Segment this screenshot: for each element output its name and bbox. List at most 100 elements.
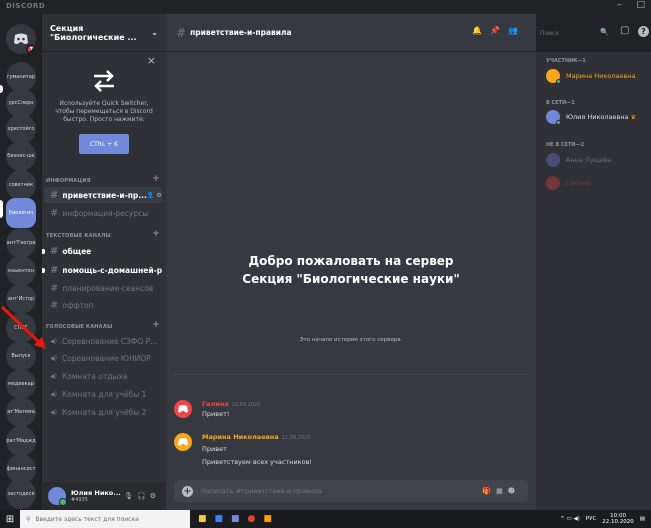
server-icon[interactable]: медиакар <box>6 369 36 399</box>
taskbar-apps: ■■■●■ <box>198 514 280 524</box>
quick-switcher-popup: × Используйте Quick Switcher, чтобы пере… <box>42 52 166 177</box>
discord-logo-icon <box>14 33 28 44</box>
selected-pill <box>0 200 3 218</box>
channel-greet[interactable]: # приветствие-и-пр... 👤 ⚙ <box>44 187 162 203</box>
window-titlebar: DISCORD – □ <box>0 0 651 14</box>
gift-icon[interactable]: 🎁 <box>482 487 496 495</box>
avatar[interactable] <box>48 487 67 506</box>
home-button[interactable]: 1 <box>6 24 36 54</box>
channel-general[interactable]: # общее <box>44 243 162 259</box>
inbox-icon[interactable]: ▢ <box>620 25 629 36</box>
server-icon[interactable]: СПБГ <box>6 313 36 343</box>
clock[interactable]: 10:00 22.10.2020 <box>602 513 634 525</box>
server-icon[interactable]: ат'Матема <box>6 397 36 427</box>
server-header[interactable]: Секция "Биологические ... ⌄ <box>42 14 166 52</box>
message-time: 22.09.2020 <box>281 435 311 441</box>
avatar[interactable] <box>174 433 192 451</box>
notifications-icon[interactable]: ▤ <box>640 516 645 522</box>
voice-channel-3[interactable]: ◀) Комната отдыха <box>44 368 162 384</box>
category-info[interactable]: ИНФОРМАЦИЯ + <box>46 174 160 184</box>
shortcut-button[interactable]: CTRL + K <box>79 134 129 154</box>
swap-arrows-icon <box>94 70 114 92</box>
message-author[interactable]: Галина 22.09.2020 <box>202 400 260 408</box>
language-indicator[interactable]: РУС <box>586 516 597 522</box>
discord-taskbar-icon[interactable]: ■ <box>231 514 248 524</box>
member-list: УЧАСТНИК—1 Марина Николаевна В СЕТИ—1 Юл… <box>536 52 651 510</box>
hash-icon: # <box>50 264 59 276</box>
hash-icon: # <box>176 25 187 40</box>
server-icon[interactable]: хрестойго <box>6 114 36 144</box>
channel-sessions[interactable]: # планирование-сеансов <box>44 280 162 296</box>
quick-switcher-text: Используйте Quick Switcher, чтобы переме… <box>55 100 153 123</box>
category-voice[interactable]: ГОЛОСОВЫЕ КАНАЛЫ + <box>46 320 160 330</box>
user-panel: Юлия Нико... #4935 🎙🎧⚙ <box>42 482 166 510</box>
channel-homework[interactable]: # помощь-с-домашней-р... <box>44 262 162 278</box>
voice-channel-2[interactable]: ◀) Соревнование ЮНИОР <box>44 350 162 366</box>
member-item[interactable]: Галина <box>546 176 650 190</box>
gif-icon[interactable]: ▦ <box>496 487 508 495</box>
message-text: Приветствуем всех участников! <box>202 458 313 466</box>
message-divider <box>174 374 528 375</box>
headphones-icon[interactable]: 🎧 <box>137 492 150 500</box>
attach-plus-icon[interactable]: + <box>182 485 193 497</box>
server-icon[interactable]: Выпуск <box>6 341 36 371</box>
composer-placeholder: Написать #приветствие-и-правила <box>201 487 323 495</box>
taskbar-search[interactable]: ⚲ Введите здесь текст для поиска <box>20 510 190 528</box>
member-item[interactable]: Марина Николаевна <box>546 69 650 84</box>
server-name: Секция "Биологические ... <box>50 23 137 42</box>
message-composer[interactable]: + Написать #приветствие-и-правила 🎁▦☻ <box>174 480 528 502</box>
message-author[interactable]: Марина Николаевна 22.09.2020 <box>202 433 310 441</box>
server-icon[interactable]: бизнес-шк <box>6 141 36 171</box>
hash-icon: # <box>50 299 59 311</box>
window-controls: – □ <box>605 0 645 10</box>
windows-start-icon[interactable]: ⊞ <box>0 514 20 525</box>
minimize-button[interactable]: – <box>617 0 622 10</box>
channel-offtop[interactable]: # оффтоп <box>44 297 162 313</box>
channel-title: приветствие-и-правила <box>190 28 292 37</box>
message-text: Привет! <box>202 410 230 418</box>
voice-channel-4[interactable]: ◀) Комната для учёбы 1 <box>44 386 162 402</box>
pin-icon[interactable]: 📌 <box>490 26 508 35</box>
chevron-down-icon: ⌄ <box>151 28 158 37</box>
message-time: 22.09.2020 <box>231 402 261 408</box>
hash-icon: # <box>50 245 59 257</box>
plus-icon[interactable]: + <box>152 229 160 239</box>
member-item[interactable]: Юлия Николаевна ♛ <box>546 110 650 125</box>
avatar[interactable] <box>174 400 192 418</box>
server-icon[interactable]: сoветник <box>6 170 36 200</box>
close-icon[interactable]: × <box>147 54 156 67</box>
app-icon[interactable]: ■ <box>263 514 280 524</box>
bell-icon[interactable]: 🔔 <box>472 26 490 35</box>
os-taskbar: ⊞ ⚲ Введите здесь текст для поиска ■■■●■… <box>0 510 651 528</box>
server-icon[interactable]: ант'Истор <box>6 284 36 314</box>
category-text[interactable]: ТЕКСТОВЫЕ КАНАЛЫ + <box>46 229 160 239</box>
plus-icon[interactable]: + <box>152 174 160 184</box>
voice-channel-1[interactable]: ◀) Соревнование СЗФО Р... <box>44 333 162 349</box>
file-explorer-icon[interactable]: ■ <box>198 514 215 524</box>
chrome-icon[interactable]: ● <box>248 514 264 524</box>
user-names: Юлия Нико... #4935 <box>71 489 121 503</box>
help-icon[interactable]: ? <box>638 26 649 37</box>
members-icon[interactable]: 👥 <box>508 26 526 35</box>
user-tag: #4935 <box>71 497 88 503</box>
voice-channel-5[interactable]: ◀) Комната для учёбы 2 <box>44 404 162 420</box>
tray-icons[interactable]: ^ ▭ ◀) <box>560 516 580 522</box>
plus-icon[interactable]: + <box>152 320 160 330</box>
member-name: Анна Лущева <box>566 156 612 164</box>
store-icon[interactable]: ■ <box>215 514 232 524</box>
channel-settings-icons[interactable]: 👤 ⚙ <box>147 192 162 199</box>
server-icon-active[interactable]: биологич <box>6 198 36 228</box>
server-icon[interactable]: ант'Геогра <box>6 228 36 258</box>
status-badge <box>556 120 561 125</box>
server-rail: 1 гуманитар урсСлeрн хрестойго бизнес-шк… <box>0 14 42 510</box>
maximize-button[interactable]: □ <box>636 0 645 10</box>
server-icon[interactable]: коьюнтон <box>6 256 36 286</box>
server-icon[interactable]: рат'Маджд <box>6 426 36 456</box>
crown-icon: ♛ <box>630 113 636 121</box>
microphone-icon[interactable]: 🎙 <box>124 492 137 500</box>
gear-icon[interactable]: ⚙ <box>150 492 160 500</box>
channel-resources[interactable]: # информация-ресурсы <box>44 205 162 221</box>
emoji-icon[interactable]: ☻ <box>508 487 520 495</box>
member-name: Галина <box>566 179 591 187</box>
member-item[interactable]: Анна Лущева <box>546 153 650 167</box>
